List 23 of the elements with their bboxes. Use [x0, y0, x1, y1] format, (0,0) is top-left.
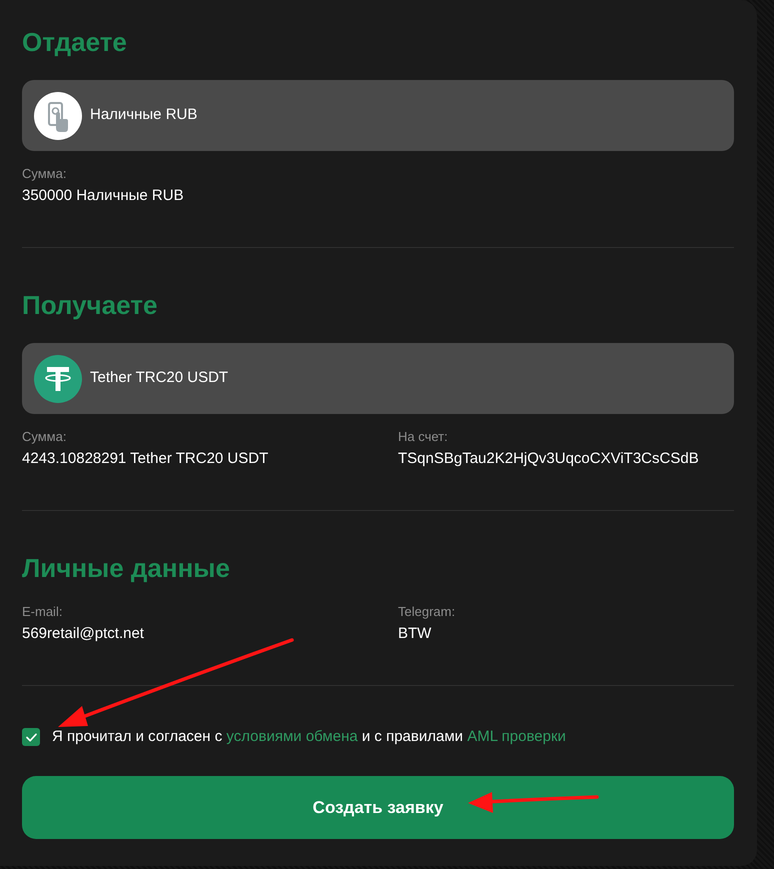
field-value: 569retail@ptct.net	[22, 624, 144, 644]
check-icon	[26, 732, 36, 742]
field-value: TSqnSBgTau2K2HjQv3UqcoCXViT3CsCSdB	[398, 449, 699, 469]
agreement-text: Я прочитал и согласен с условиями обмена и с правилами AML проверки	[52, 727, 566, 747]
field-label: Сумма:	[22, 165, 66, 183]
agreement-checkbox[interactable]	[22, 728, 40, 746]
hand-holding-phone-icon	[34, 92, 82, 140]
inline-link[interactable]: AML проверки	[467, 728, 566, 745]
submit-button[interactable]: Создать заявку	[22, 776, 734, 839]
section-heading: Отдаете	[22, 26, 127, 58]
field-value: BTW	[398, 624, 432, 644]
section-heading: Получаете	[22, 289, 158, 321]
field-label: На счет:	[398, 428, 448, 446]
currency-name: Наличные RUB	[90, 105, 198, 126]
section-heading: Личные данные	[22, 552, 230, 584]
t-coin-icon	[34, 354, 82, 402]
field-value: 4243.10828291 Tether TRC20 USDT	[22, 449, 268, 469]
currency-name: Tether TRC20 USDT	[90, 368, 228, 388]
field-label: Telegram:	[398, 603, 456, 621]
field-label: Сумма:	[22, 428, 66, 446]
field-value: 350000 Наличные RUB	[22, 186, 184, 206]
inline-link[interactable]: условиями обмена	[226, 728, 358, 745]
field-label: E-mail:	[22, 603, 62, 621]
